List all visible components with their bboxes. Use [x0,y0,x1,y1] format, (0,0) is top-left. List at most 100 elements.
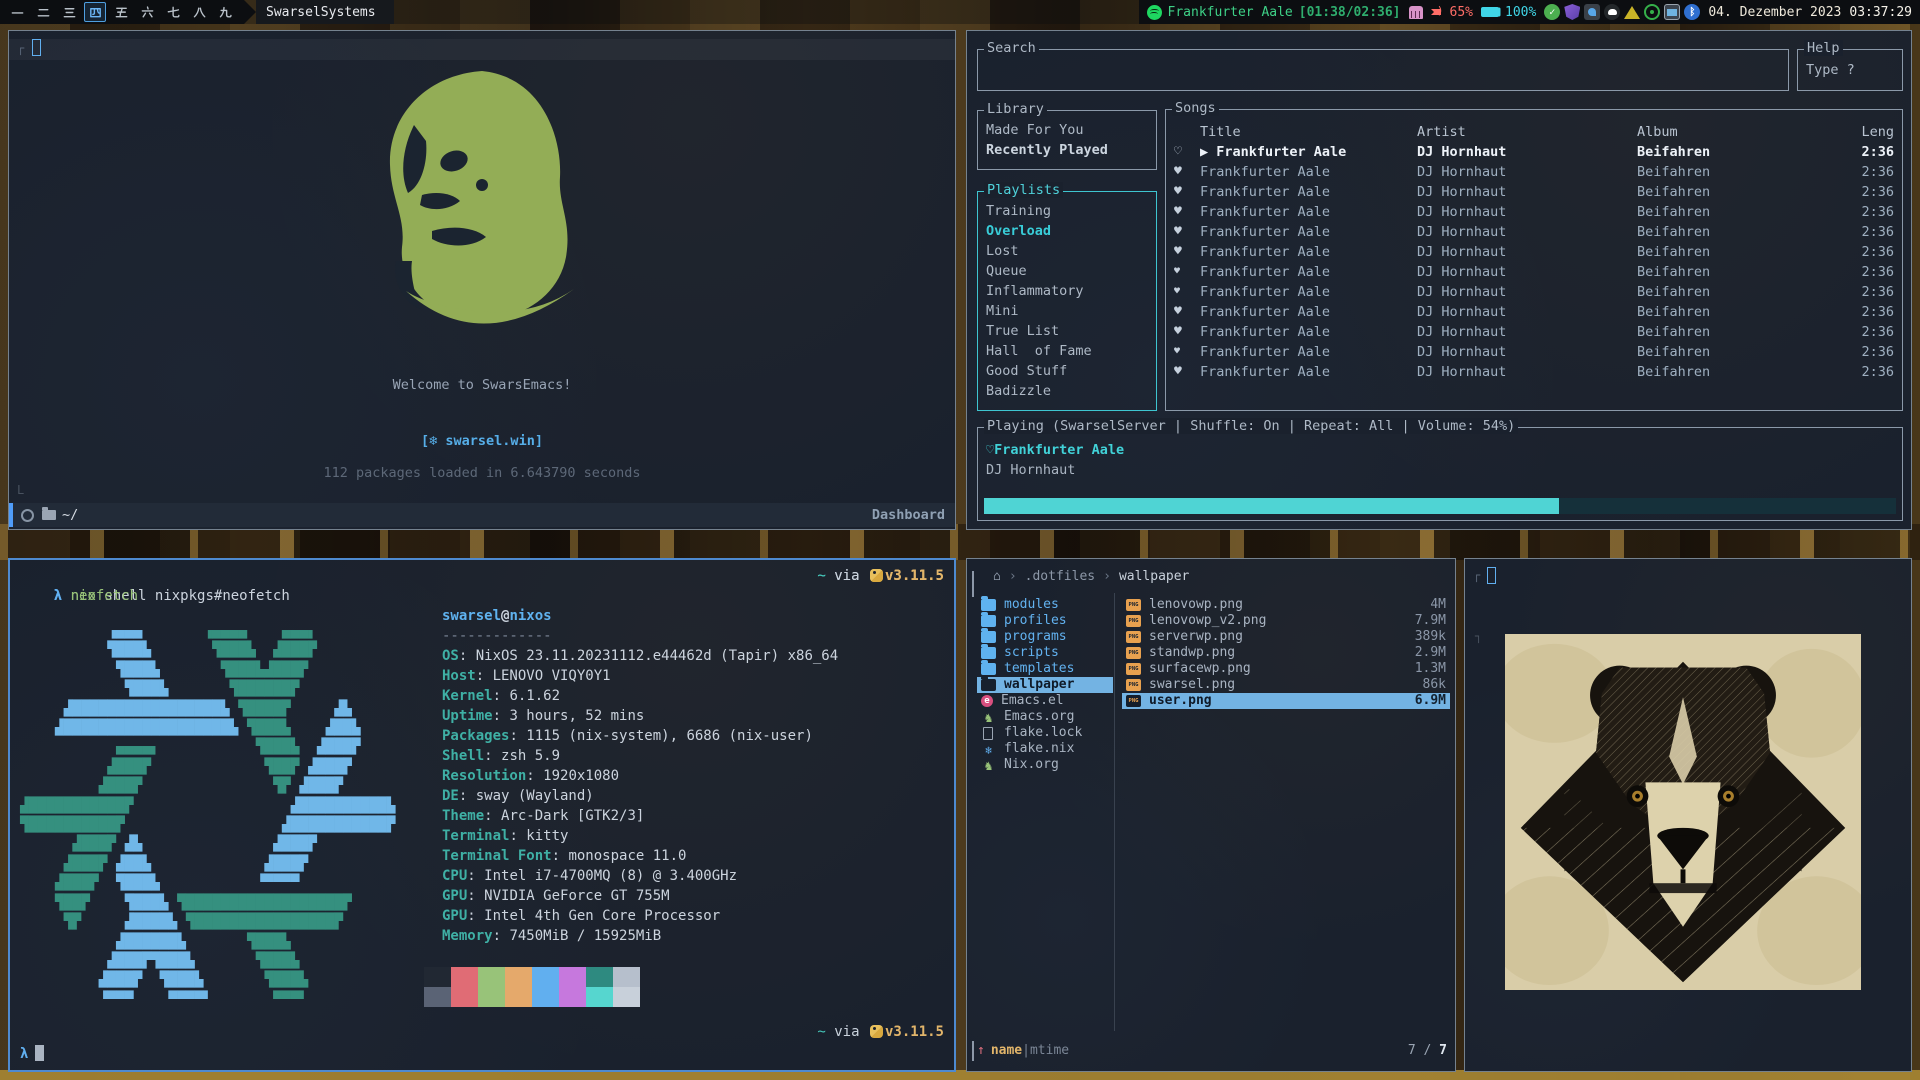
file-entry[interactable]: lenovowp.png 4M [1122,597,1450,613]
shield-icon[interactable] [1564,4,1580,20]
playlist-item[interactable]: Queue [978,261,1156,281]
playlist-item[interactable]: Mini [978,301,1156,321]
volume-module[interactable]: 65% [1431,5,1473,20]
song-row[interactable]: ♥ Frankfurter Aale DJ Hornhaut Beifahren… [1166,222,1902,242]
workspace-三[interactable] [58,2,80,22]
song-row[interactable]: ♥ Frankfurter Aale DJ Hornhaut Beifahren… [1166,182,1902,202]
sort-primary[interactable]: name [991,1043,1022,1059]
sidebar-entry[interactable]: Emacs.org [977,709,1113,725]
file-entry[interactable]: swarsel.png 86k [1122,677,1450,693]
file-entry[interactable]: surfacewp.png 1.3M [1122,661,1450,677]
sidebar-entry[interactable]: modules [977,597,1113,613]
check-icon[interactable]: ✓ [1544,4,1560,20]
favorite-heart-icon[interactable]: ♥ [1174,262,1200,282]
song-row[interactable]: ♥ Frankfurter Aale DJ Hornhaut Beifahren… [1166,262,1902,282]
favorite-heart-icon[interactable]: ♥ [1174,202,1200,222]
shell-prompt[interactable]: λ [20,1045,44,1062]
entry-name: Emacs.org [1004,709,1074,725]
file-entry[interactable]: serverwp.png 389k [1122,629,1450,645]
song-row[interactable]: ♥ Frankfurter Aale DJ Hornhaut Beifahren… [1166,362,1902,382]
sidebar-entry[interactable]: scripts [977,645,1113,661]
battery-module[interactable]: 100% [1481,5,1536,20]
breadcrumb[interactable]: ⌂›.dotfiles›wallpaper [993,569,1189,584]
workspace-八[interactable] [188,2,210,22]
column-separator [1114,593,1115,1031]
song-row[interactable]: ♥ Frankfurter Aale DJ Hornhaut Beifahren… [1166,322,1902,342]
breadcrumb-segment[interactable]: .dotfiles [1025,569,1095,584]
parent-directory-list: modules profiles programs scripts templa… [977,597,1113,773]
scrollbar[interactable] [972,571,974,597]
plasma-icon[interactable] [1584,4,1600,20]
library-item[interactable]: Recently Played [978,140,1156,160]
music-module[interactable]: Frankfurter Aale [01:38/02:36] [1147,5,1401,20]
playlist-item[interactable]: Training [978,201,1156,221]
workspace-六[interactable] [136,2,158,22]
display-icon[interactable] [1664,4,1680,20]
now-playing-panel: Playing (SwarselServer | Shuffle: On | R… [977,427,1903,521]
song-length: 2:36 [1838,282,1894,302]
neofetch-info-line: Kernel: 6.1.62 [442,686,838,706]
workspace-一[interactable] [6,2,28,22]
song-row[interactable]: ♥ Frankfurter Aale DJ Hornhaut Beifahren… [1166,302,1902,322]
discord-icon[interactable] [1604,4,1620,20]
playlist-item[interactable]: Lost [978,241,1156,261]
playlist-item[interactable]: True List [978,321,1156,341]
site-link[interactable]: [❄ swarsel.win] [9,433,955,449]
home-icon[interactable]: ⌂ [993,569,1001,584]
tent-icon[interactable] [1624,6,1640,19]
workspace-七[interactable] [162,2,184,22]
workspace-五[interactable] [110,2,132,22]
song-row[interactable]: ♥ Frankfurter Aale DJ Hornhaut Beifahren… [1166,282,1902,302]
bluetooth-icon[interactable]: ᛒ [1684,4,1700,20]
song-row[interactable]: ♡ ▶ Frankfurter Aale DJ Hornhaut Beifahr… [1166,142,1902,162]
library-item[interactable]: Made For You [978,120,1156,140]
sidebar-entry[interactable]: templates [977,661,1113,677]
progress-bar[interactable] [984,498,1896,514]
workspace-九[interactable] [214,2,236,22]
sidebar-entry[interactable]: profiles [977,613,1113,629]
playlist-item[interactable]: Good Stuff [978,361,1156,381]
favorite-heart-icon[interactable]: ♥ [1174,302,1200,322]
syncthing-icon[interactable] [1644,4,1660,20]
playlist-item[interactable]: Inflammatory [978,281,1156,301]
search-input[interactable]: Search [977,49,1789,91]
song-row[interactable]: ♥ Frankfurter Aale DJ Hornhaut Beifahren… [1166,342,1902,362]
favorite-heart-icon[interactable]: ♥ [1174,222,1200,242]
song-row[interactable]: ♥ Frankfurter Aale DJ Hornhaut Beifahren… [1166,242,1902,262]
playlist-item[interactable]: Badizzle [978,381,1156,401]
favorite-heart-icon[interactable]: ♡ [1174,142,1200,162]
favorite-heart-icon[interactable]: ♥ [1174,322,1200,342]
file-entry[interactable]: standwp.png 2.9M [1122,645,1450,661]
playlist-item[interactable]: Overload [978,221,1156,241]
statusbar-scroll-indicator [972,1041,974,1061]
song-row[interactable]: ♥ Frankfurter Aale DJ Hornhaut Beifahren… [1166,202,1902,222]
right-prompt: ~ via v3.11.5 [817,566,944,586]
workspace-四[interactable] [84,2,106,22]
favorite-heart-icon[interactable]: ♥ [1174,242,1200,262]
keyboard-module[interactable] [1409,6,1423,19]
file-entry[interactable]: user.png 6.9M [1122,693,1450,709]
sidebar-entry[interactable]: flake.nix [977,741,1113,757]
sort-direction-icon[interactable]: ↑ [977,1043,985,1059]
favorite-heart-icon[interactable]: ♥ [1174,362,1200,382]
playlist-item[interactable]: Hall of Fame [978,341,1156,361]
favorite-heart-icon[interactable]: ♥ [1174,162,1200,182]
file-size: 2.9M [1415,645,1446,661]
favorite-heart-icon[interactable]: ♥ [1174,342,1200,362]
sort-secondary[interactable]: mtime [1030,1043,1069,1059]
sidebar-entry[interactable]: programs [977,629,1113,645]
modeline-accent-bar [9,503,13,527]
song-row[interactable]: ♥ Frankfurter Aale DJ Hornhaut Beifahren… [1166,162,1902,182]
png-file-icon [1126,631,1141,643]
file-entry[interactable]: lenovowp_v2.png 7.9M [1122,613,1450,629]
favorite-heart-icon[interactable]: ♥ [1174,282,1200,302]
breadcrumb-segment-current[interactable]: wallpaper [1119,569,1189,584]
heart-outline-icon[interactable]: ♡ [986,442,994,458]
workspace-二[interactable] [32,2,54,22]
sidebar-entry[interactable]: wallpaper [977,677,1113,693]
sidebar-entry[interactable]: flake.lock [977,725,1113,741]
favorite-heart-icon[interactable]: ♥ [1174,182,1200,202]
sidebar-entry[interactable]: Nix.org [977,757,1113,773]
sidebar-entry[interactable]: Emacs.el [977,693,1113,709]
col-title: Title [1200,122,1417,142]
